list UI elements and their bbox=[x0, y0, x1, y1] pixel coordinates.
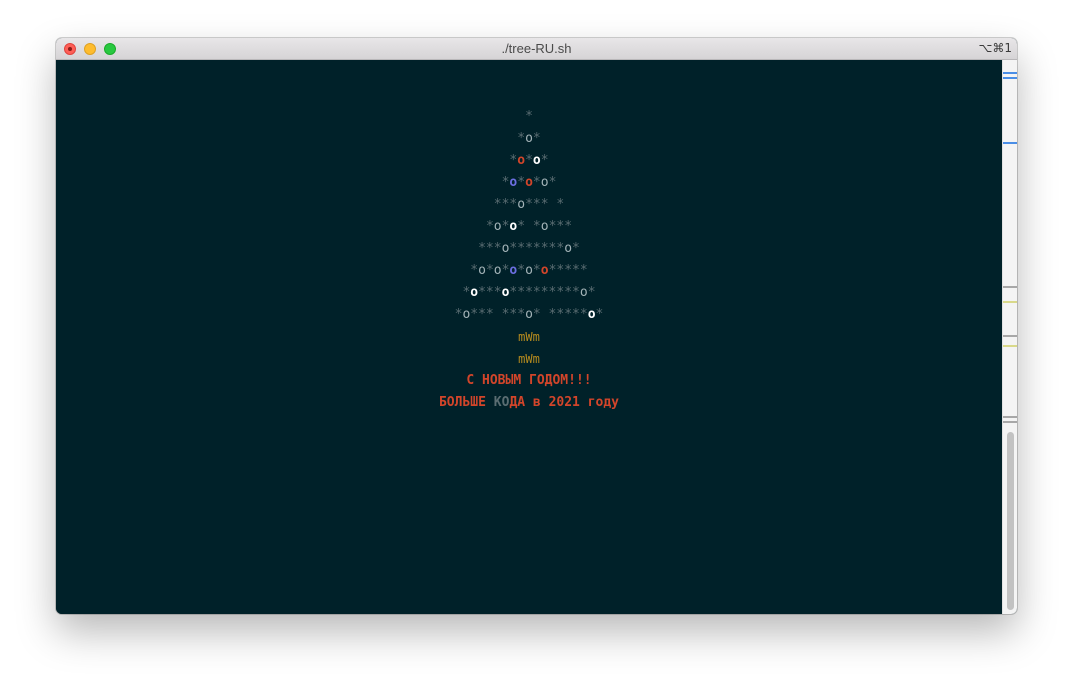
tree-needles: * bbox=[532, 263, 541, 278]
tree-ornament: o bbox=[587, 307, 596, 322]
wish-segment: БОЛЬШЕ bbox=[438, 395, 494, 410]
tree-row: * bbox=[56, 106, 1002, 128]
tree-needles: * bbox=[540, 153, 549, 168]
tree-ornament: o bbox=[540, 219, 549, 234]
tree-ornament: o bbox=[525, 131, 533, 146]
tree-needles: * bbox=[517, 175, 526, 190]
tree-ornament: o bbox=[540, 263, 549, 278]
tree-needles: * bbox=[572, 241, 580, 256]
tree-needles: * bbox=[532, 175, 541, 190]
tree-row: *o*o*o* bbox=[56, 172, 1002, 194]
title-bar[interactable]: ./tree-RU.sh ⌥⌘1 bbox=[56, 38, 1017, 60]
window-shortcut: ⌥⌘1 bbox=[978, 41, 1012, 55]
tree-needles: * * bbox=[517, 219, 541, 234]
scroll-thumb[interactable] bbox=[1007, 432, 1014, 610]
scrollbar[interactable] bbox=[1002, 60, 1017, 614]
tree-needles: * bbox=[587, 285, 596, 300]
tree-needles: *** bbox=[478, 285, 502, 300]
tree-needles: *** *** bbox=[470, 307, 526, 322]
tree-needles: * bbox=[517, 263, 526, 278]
tree-ornament: o bbox=[517, 153, 526, 168]
tree-ornament: o bbox=[493, 219, 502, 234]
tree-row: *o*o*o*o*o***** bbox=[56, 260, 1002, 282]
greeting-text: С НОВЫМ ГОДОМ!!! bbox=[466, 373, 592, 388]
scroll-mark bbox=[1003, 301, 1017, 303]
tree-needles: * bbox=[548, 175, 557, 190]
wish-segment: КО bbox=[493, 395, 510, 410]
tree-ornament: o bbox=[579, 285, 588, 300]
tree-ornament: o bbox=[525, 175, 533, 190]
scroll-mark bbox=[1003, 421, 1017, 423]
tree-ornament: o bbox=[525, 307, 533, 322]
tree-needles: ***** bbox=[548, 263, 588, 278]
tree-needles: ******* bbox=[509, 241, 565, 256]
scroll-mark bbox=[1003, 345, 1017, 347]
scroll-mark bbox=[1003, 335, 1017, 337]
tree-row: ***o*******o* bbox=[56, 238, 1002, 260]
tree-needles: * bbox=[485, 263, 494, 278]
tree-needles: * bbox=[470, 263, 479, 278]
tree-row: *o* bbox=[56, 128, 1002, 150]
tree-needles: * bbox=[485, 219, 494, 234]
wish-segment: ДА в 2021 году bbox=[509, 395, 620, 410]
tree-needles: * bbox=[525, 109, 533, 124]
scroll-mark bbox=[1003, 286, 1017, 288]
tree-needles: * bbox=[517, 131, 526, 146]
tree-ornament: o bbox=[564, 241, 573, 256]
tree-needles: * bbox=[525, 153, 533, 168]
terminal-output[interactable]: * *o* *o*o* *o*o*o* ***o*** * *o*o* *o*** ***o… bbox=[56, 60, 1002, 614]
tree-row: *o*o* bbox=[56, 150, 1002, 172]
tree-row: *o*** ***o* *****o* bbox=[56, 304, 1002, 326]
tree-ornament: o bbox=[470, 285, 479, 300]
tree-ornament: o bbox=[525, 263, 533, 278]
tree-needles: *** bbox=[548, 219, 573, 234]
tree-ornament: o bbox=[540, 175, 549, 190]
scroll-mark bbox=[1003, 142, 1017, 144]
window-title: ./tree-RU.sh bbox=[501, 41, 572, 56]
tree-needles: * bbox=[595, 307, 604, 322]
tree-ornament: o bbox=[532, 153, 541, 168]
tree-needles: * bbox=[532, 131, 541, 146]
tree-trunk: mWm bbox=[518, 352, 540, 366]
tree-needles: *** bbox=[493, 197, 518, 212]
scroll-mark bbox=[1003, 77, 1017, 79]
tree-needles: * ***** bbox=[532, 307, 588, 322]
scroll-mark bbox=[1003, 416, 1017, 418]
terminal-window: ./tree-RU.sh ⌥⌘1 * *o* *o*o* *o*o*o* ***o***… bbox=[56, 38, 1017, 614]
tree-trunk: mWm bbox=[518, 330, 540, 344]
tree-ornament: o bbox=[493, 263, 502, 278]
scroll-mark bbox=[1003, 72, 1017, 74]
tree-needles: *** * bbox=[525, 197, 565, 212]
tree-needles: *** bbox=[478, 241, 502, 256]
tree-needles: ********* bbox=[509, 285, 580, 300]
tree-ornament: o bbox=[517, 197, 526, 212]
tree-ornament: o bbox=[478, 263, 486, 278]
tree-row: *o***o*********o* bbox=[56, 282, 1002, 304]
wish-text: БОЛЬШЕ КОДА в 2021 году bbox=[56, 392, 1002, 414]
tree-row: ***o*** * bbox=[56, 194, 1002, 216]
tree-row: *o*o* *o*** bbox=[56, 216, 1002, 238]
